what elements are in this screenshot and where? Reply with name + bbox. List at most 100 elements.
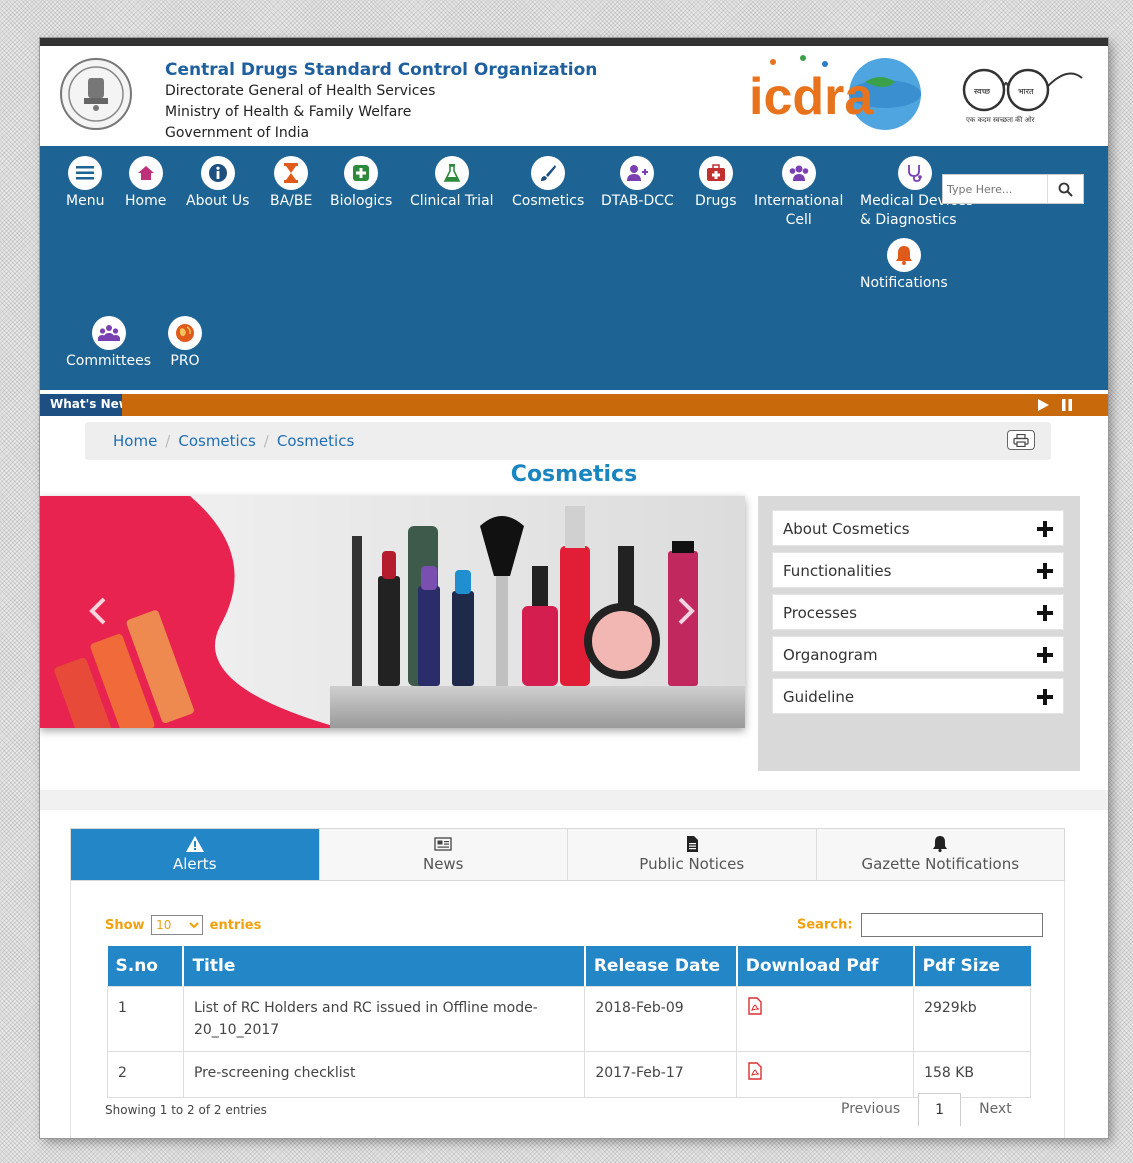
organization-name[interactable]: Central Drugs Standard Control Organizat…: [165, 60, 597, 144]
pagination-page-1[interactable]: 1: [918, 1093, 962, 1126]
breadcrumb-current[interactable]: Cosmetics: [277, 432, 354, 450]
plus-icon: [1037, 689, 1053, 705]
nav-item-home[interactable]: Home: [125, 156, 166, 211]
accordion-item-about-cosmetics[interactable]: About Cosmetics: [772, 510, 1064, 546]
accordion-item-functionalities[interactable]: Functionalities: [772, 552, 1064, 588]
icdra-text: icdra: [749, 68, 874, 126]
column-header-release-date[interactable]: Release Date: [584, 946, 738, 986]
print-icon: [1013, 433, 1029, 447]
page-title: Cosmetics: [510, 462, 638, 487]
nav-item-notifications[interactable]: Notifications: [860, 238, 948, 293]
nav-label: BA/BE: [270, 193, 313, 209]
pdf-download-icon[interactable]: [747, 996, 763, 1015]
table-row: 1 List of RC Holders and RC issued in Of…: [107, 985, 1031, 1052]
alerts-table: S.no Title Release Date Download Pdf Pdf…: [107, 946, 1031, 1098]
nav-item-drugs[interactable]: Drugs: [695, 156, 737, 211]
accordion-label: Organogram: [783, 646, 878, 664]
carousel-next-icon[interactable]: [674, 596, 698, 626]
accordion-label: Functionalities: [783, 562, 892, 580]
nav-label: Menu: [66, 193, 105, 209]
breadcrumb-separator: /: [263, 432, 269, 450]
tab-label: Public Notices: [639, 855, 745, 873]
swachh-word-1: स्वच्छ: [974, 87, 991, 96]
accordion-label: About Cosmetics: [783, 520, 910, 538]
emblem-icon: [68, 66, 124, 122]
nav-item-menu[interactable]: Menu: [66, 156, 104, 211]
org-line-2: Ministry of Health & Family Welfare: [165, 104, 412, 120]
newspaper-icon: [434, 837, 452, 851]
accordion-item-processes[interactable]: Processes: [772, 594, 1064, 630]
table-search: Search:: [797, 913, 1044, 937]
pagination: Previous 1 Next: [823, 1093, 1030, 1126]
table-search-input[interactable]: [861, 913, 1044, 937]
search-icon: [1058, 182, 1073, 197]
entries-select[interactable]: 10: [151, 915, 204, 935]
plus-icon: [1037, 605, 1053, 621]
nav-label: DTAB-DCC: [601, 193, 674, 209]
nav-label: Clinical Trial: [410, 193, 494, 209]
cosmetics-banner-carousel: [40, 496, 745, 728]
pagination-next[interactable]: Next: [961, 1093, 1030, 1126]
print-button[interactable]: [1007, 430, 1035, 450]
brush-icon: [531, 156, 566, 190]
nav-item-dtab-dcc[interactable]: DTAB-DCC: [601, 156, 674, 211]
globe-icon: [168, 316, 202, 350]
news-ticker: What's New: [40, 394, 1108, 416]
tab-gazette-notifications[interactable]: Gazette Notifications: [816, 829, 1064, 880]
plus-icon: [1037, 521, 1053, 537]
cell-download-pdf: [736, 985, 915, 1052]
breadcrumb-home[interactable]: Home: [113, 432, 157, 450]
national-emblem-logo[interactable]: [60, 58, 132, 130]
pdf-download-icon[interactable]: [747, 1061, 763, 1080]
cell-download-pdf: [736, 1050, 915, 1098]
alerts-panel: Show 10 entries Search: S.no Title Relea…: [70, 881, 1065, 1138]
column-header-download-pdf[interactable]: Download Pdf: [736, 946, 915, 986]
main-navigation: Menu Home About Us BA/BE Biologics Clini…: [40, 146, 1108, 390]
nav-item-babe[interactable]: BA/BE: [270, 156, 312, 211]
play-icon[interactable]: [1036, 398, 1050, 412]
pause-icon[interactable]: [1060, 398, 1074, 412]
nav-item-pro[interactable]: PRO: [168, 316, 202, 371]
column-header-pdf-size[interactable]: Pdf Size: [913, 946, 1031, 986]
nav-item-about-us[interactable]: About Us: [186, 156, 249, 211]
tab-label: Gazette Notifications: [861, 855, 1020, 873]
org-line-1: Directorate General of Health Services: [165, 83, 436, 99]
nav-item-cosmetics[interactable]: Cosmetics: [512, 156, 584, 211]
column-header-sno[interactable]: S.no: [107, 946, 185, 986]
column-header-title[interactable]: Title: [183, 946, 586, 986]
tab-news[interactable]: News: [319, 829, 568, 880]
nav-item-clinical-trial[interactable]: Clinical Trial: [410, 156, 494, 211]
menu-icon: [68, 156, 103, 190]
nav-label: Drugs: [695, 193, 737, 209]
icdra-logo[interactable]: icdra: [745, 52, 930, 132]
accordion-item-organogram[interactable]: Organogram: [772, 636, 1064, 672]
plus-square-icon: [344, 156, 379, 190]
table-info: Showing 1 to 2 of 2 entries: [105, 1103, 267, 1117]
nav-item-biologics[interactable]: Biologics: [330, 156, 392, 211]
tab-alerts[interactable]: Alerts: [71, 829, 320, 880]
tab-public-notices[interactable]: Public Notices: [568, 829, 817, 880]
breadcrumb-cosmetics[interactable]: Cosmetics: [178, 432, 255, 450]
nav-item-international-cell[interactable]: International Cell: [754, 156, 843, 230]
nav-label: About Us: [186, 193, 250, 209]
search-button[interactable]: [1047, 175, 1083, 203]
cell-pdf-size: 158 KB: [913, 1050, 1031, 1098]
medkit-icon: [698, 156, 733, 190]
accordion-item-guideline[interactable]: Guideline: [772, 678, 1064, 714]
cell-pdf-size: 2929kb: [913, 985, 1031, 1052]
nav-label: PRO: [170, 353, 200, 369]
site-header: Central Drugs Standard Control Organizat…: [40, 46, 1108, 146]
nav-label-line2: & Diagnostics: [860, 212, 957, 228]
pagination-previous[interactable]: Previous: [823, 1093, 918, 1126]
cosmetics-side-menu: About Cosmetics Functionalities Processe…: [758, 496, 1080, 771]
file-icon: [686, 836, 698, 852]
nav-label: Biologics: [330, 193, 393, 209]
search-input[interactable]: [943, 175, 1047, 203]
carousel-prev-icon[interactable]: [86, 596, 110, 626]
nav-item-committees[interactable]: Committees: [66, 316, 151, 371]
nav-label: Cosmetics: [512, 193, 585, 209]
cell-title: List of RC Holders and RC issued in Offl…: [182, 985, 586, 1052]
cell-title: Pre-screening checklist: [182, 1050, 586, 1098]
entries-length-control: Show 10 entries: [105, 915, 261, 935]
show-label: Show: [105, 918, 145, 933]
